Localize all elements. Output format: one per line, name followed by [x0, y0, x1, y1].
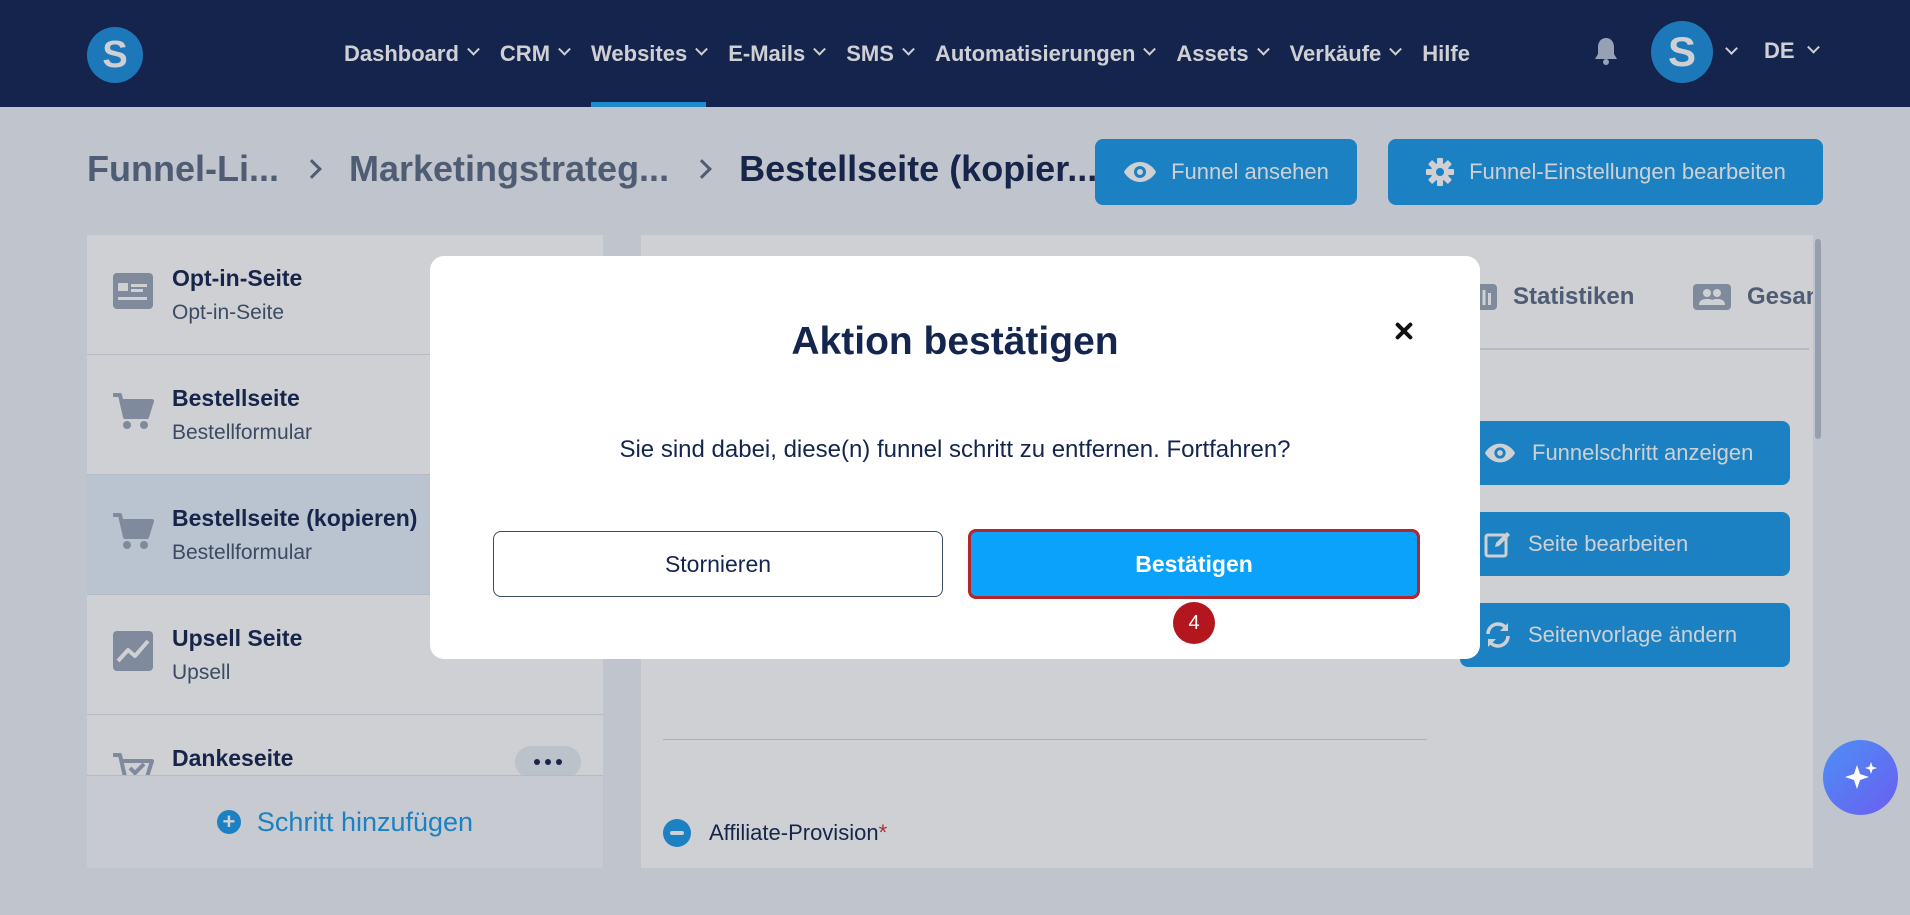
ai-assistant-button[interactable] — [1823, 740, 1898, 815]
dialog-message: Sie sind dabei, diese(n) funnel schritt … — [619, 436, 1291, 463]
close-icon[interactable] — [1390, 318, 1418, 346]
cancel-button[interactable]: Stornieren — [493, 531, 943, 597]
sparkle-icon — [1844, 761, 1877, 789]
confirm-label: Bestätigen — [1135, 550, 1253, 577]
dialog-title: Aktion bestätigen — [791, 320, 1119, 363]
confirm-button[interactable]: Bestätigen — [968, 529, 1420, 599]
step-number-badge: 4 — [1173, 602, 1215, 644]
cancel-label: Stornieren — [664, 550, 772, 577]
confirm-dialog: Aktion bestätigen Sie sind dabei, diese(… — [430, 256, 1480, 659]
